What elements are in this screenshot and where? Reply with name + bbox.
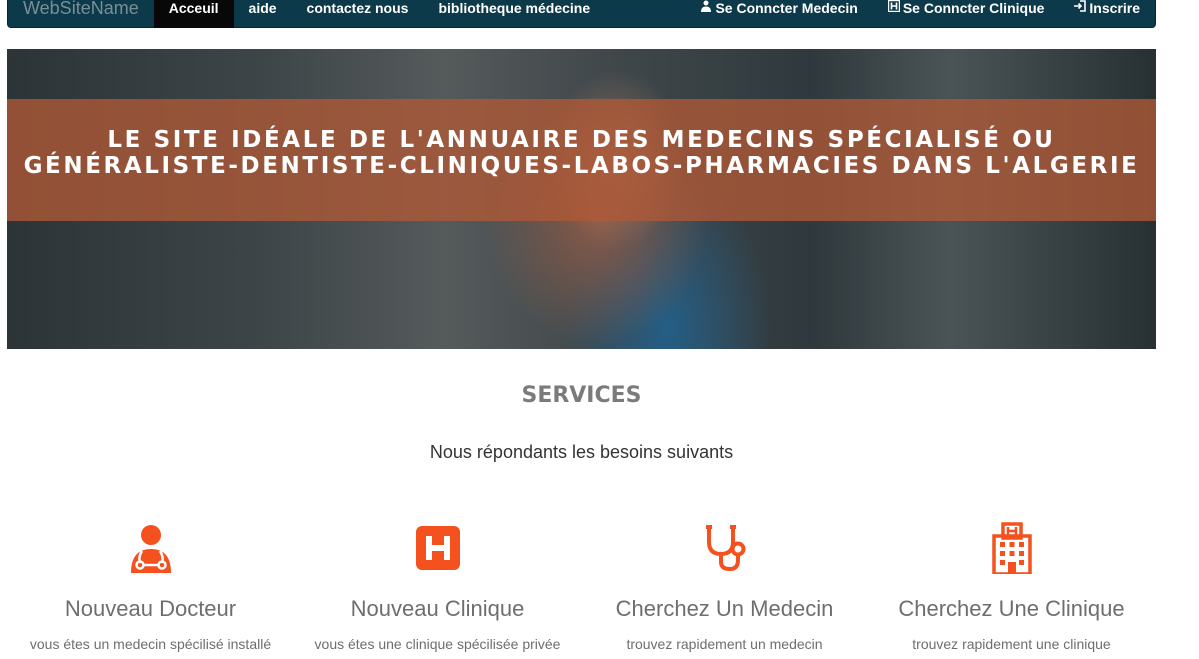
hero-banner: Le site idéale de l'annuaire des medecin… [7,49,1156,349]
login-clinique-link[interactable]: Se Conncter Clinique [873,0,1060,28]
nav-right-group: Se Conncter Medecin Se Conncter Clinique… [685,0,1155,28]
brand-link[interactable]: WebSiteName [8,0,154,28]
nav-item-bibliotheque[interactable]: bibliotheque médecine [423,0,605,28]
service-name: Cherchez Une Clinique [898,596,1125,621]
login-clinique-label: Se Conncter Clinique [902,0,1045,16]
login-medecin-label: Se Conncter Medecin [715,0,858,16]
services-title: SERVICES [521,383,642,408]
top-navbar: WebSiteName Acceuil aide contactez nous … [7,0,1156,28]
nav-item-accueil[interactable]: Acceuil [153,0,234,28]
service-desc: vous étes un medecin spécilisé installé [29,636,272,652]
service-nouveau-docteur[interactable]: Nouveau Docteur vous étes un medecin spé… [7,520,294,652]
service-nouveau-clinique[interactable]: Nouveau Clinique vous étes une clinique … [294,520,581,652]
inscrire-label: Inscrire [1089,0,1140,16]
service-cherchez-medecin[interactable]: Cherchez Un Medecin trouvez rapidement u… [581,520,868,652]
service-name: Nouveau Clinique [350,596,525,621]
nav-item-aide[interactable]: aide [234,0,292,28]
stethoscope-icon [581,520,868,576]
service-desc: trouvez rapidement un medecin [626,636,823,652]
service-name: Cherchez Un Medecin [615,596,834,621]
login-icon [1074,0,1087,28]
inscrire-link[interactable]: Inscrire [1059,0,1155,28]
hero-caption-band: Le site idéale de l'annuaire des medecin… [7,99,1156,221]
doctor-icon [7,520,294,576]
nav-item-contact[interactable]: contactez nous [292,0,424,28]
service-name: Nouveau Docteur [64,596,237,621]
doctor-icon [700,0,712,28]
service-desc: vous étes une clinique spécilisée privée [314,636,561,652]
services-subtitle: Nous répondants les besoins suivants [429,442,734,462]
hospital-square-icon [294,520,581,576]
login-medecin-link[interactable]: Se Conncter Medecin [685,0,872,28]
service-cherchez-clinique[interactable]: Cherchez Une Clinique trouvez rapidement… [868,520,1155,652]
service-desc: trouvez rapidement une clinique [912,636,1111,652]
hospital-icon [887,0,901,28]
hero-title: Le site idéale de l'annuaire des medecin… [23,127,1140,179]
hospital-building-icon [868,520,1155,576]
